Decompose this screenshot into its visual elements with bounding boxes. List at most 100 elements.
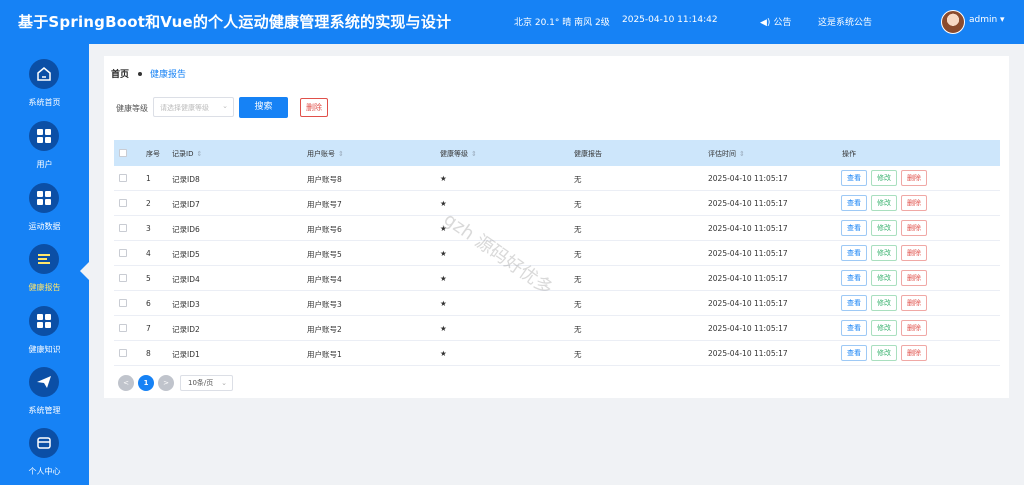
sort-icon[interactable]: ⇕ [471,150,477,158]
view-button[interactable]: 查看 [841,320,867,336]
column-header-account[interactable]: 用户账号 ⇕ [307,149,344,159]
edit-button[interactable]: 修改 [871,270,897,286]
delete-button[interactable]: 删除 [901,345,927,361]
table-row: 4 记录ID5 用户账号5 ★ 无 2025-04-10 11:05:17 查看 修改 删除 [114,241,1000,266]
view-button[interactable]: 查看 [841,170,867,186]
active-indicator [80,262,89,280]
edit-button[interactable]: 修改 [871,295,897,311]
edit-button[interactable]: 修改 [871,195,897,211]
sidebar-item-home[interactable]: 系统首页 [0,59,89,121]
view-button[interactable]: 查看 [841,195,867,211]
prev-page-button[interactable]: < [118,375,134,391]
view-button[interactable]: 查看 [841,220,867,236]
select-placeholder: 请选择健康等级 [160,104,209,112]
column-header-record-id[interactable]: 记录ID ⇕ [172,149,202,159]
edit-button[interactable]: 修改 [871,170,897,186]
view-button[interactable]: 查看 [841,270,867,286]
sidebar-item-health-knowledge[interactable]: 健康知识 [0,306,89,368]
sidebar-item-health-report[interactable]: 健康报告 [0,244,89,306]
select-all-checkbox[interactable] [119,149,127,157]
cell-report: 无 [574,300,582,309]
table-row: 3 记录ID6 用户账号6 ★ 无 2025-04-10 11:05:17 查看 修改 删除 [114,216,1000,241]
sidebar-item-system[interactable]: 系统管理 [0,367,89,429]
system-notice-text[interactable]: 这是系统公告 [818,15,872,28]
search-button[interactable]: 搜索 [239,97,288,118]
table-row: 7 记录ID2 用户账号2 ★ 无 2025-04-10 11:05:17 查看 修改 删除 [114,316,1000,341]
delete-button[interactable]: 删除 [901,220,927,236]
edit-button[interactable]: 修改 [871,245,897,261]
sidebar-item-label: 系统首页 [28,98,61,107]
cell-time: 2025-04-10 11:05:17 [708,249,788,258]
breadcrumb-current: 健康报告 [150,70,187,80]
batch-delete-button[interactable]: 删除 [300,98,328,117]
table-row: 1 记录ID8 用户账号8 ★ 无 2025-04-10 11:05:17 查看 修改 删除 [114,166,1000,191]
page-size-select[interactable]: 10条/页 ⌄ [180,375,233,391]
cell-level: ★ [440,349,447,358]
delete-button[interactable]: 删除 [901,195,927,211]
column-header-level[interactable]: 健康等级 ⇕ [440,149,477,159]
user-menu[interactable]: admin ▾ [969,15,1005,25]
view-button[interactable]: 查看 [841,245,867,261]
table-row: 8 记录ID1 用户账号1 ★ 无 2025-04-10 11:05:17 查看 修改 删除 [114,341,1000,366]
cell-index: 8 [146,349,151,358]
cell-index: 5 [146,274,151,283]
sidebar: 系统首页 用户 运动数据 健康报告 健康知识 系统管理 个人中心 [0,44,89,485]
row-checkbox[interactable] [119,349,127,357]
row-checkbox[interactable] [119,224,127,232]
table-row: 5 记录ID4 用户账号4 ★ 无 2025-04-10 11:05:17 查看 修改 删除 [114,266,1000,291]
sort-icon[interactable]: ⇕ [196,150,202,158]
table-row: 6 记录ID3 用户账号3 ★ 无 2025-04-10 11:05:17 查看 修改 删除 [114,291,1000,316]
main-content: 首页 健康报告 健康等级 请选择健康等级 ⌄ 搜索 删除 序号 记录ID ⇕ 用户账… [104,56,1009,398]
edit-button[interactable]: 修改 [871,220,897,236]
grid-icon [29,121,59,151]
avatar[interactable] [941,10,965,34]
row-checkbox[interactable] [119,299,127,307]
sidebar-item-profile[interactable]: 个人中心 [0,428,89,485]
sort-icon[interactable]: ⇕ [739,150,745,158]
view-button[interactable]: 查看 [841,295,867,311]
health-level-select[interactable]: 请选择健康等级 ⌄ [153,97,234,117]
cell-level: ★ [440,324,447,333]
column-header-ops: 操作 [842,150,856,158]
delete-button[interactable]: 删除 [901,245,927,261]
cell-level: ★ [440,299,447,308]
column-header-time[interactable]: 评估时间 ⇕ [708,149,745,159]
card-icon [29,428,59,458]
send-icon [29,367,59,397]
next-page-button[interactable]: > [158,375,174,391]
row-checkbox[interactable] [119,249,127,257]
sidebar-item-sport-data[interactable]: 运动数据 [0,183,89,245]
cell-account: 用户账号3 [307,300,342,309]
edit-button[interactable]: 修改 [871,345,897,361]
edit-button[interactable]: 修改 [871,320,897,336]
breadcrumb-home[interactable]: 首页 [111,70,129,80]
sidebar-item-users[interactable]: 用户 [0,121,89,183]
grid-icon [29,306,59,336]
sidebar-item-label: 系统管理 [28,406,61,415]
row-checkbox[interactable] [119,174,127,182]
cell-level: ★ [440,274,447,283]
delete-button[interactable]: 删除 [901,170,927,186]
cell-record-id: 记录ID3 [172,300,200,309]
delete-button[interactable]: 删除 [901,270,927,286]
cell-report: 无 [574,325,582,334]
page-number-button[interactable]: 1 [138,375,154,391]
cell-time: 2025-04-10 11:05:17 [708,324,788,333]
cell-time: 2025-04-10 11:05:17 [708,224,788,233]
view-button[interactable]: 查看 [841,345,867,361]
delete-button[interactable]: 删除 [901,295,927,311]
sort-icon[interactable]: ⇕ [338,150,344,158]
current-datetime: 2025-04-10 11:14:42 [622,15,718,25]
cell-account: 用户账号2 [307,325,342,334]
notice-button[interactable]: ◀) 公告 [760,15,791,28]
cell-record-id: 记录ID2 [172,325,200,334]
row-checkbox[interactable] [119,199,127,207]
cell-record-id: 记录ID6 [172,225,200,234]
page-size-value: 10条/页 [188,379,214,387]
weather-info: 北京 20.1° 晴 南风 2级 [514,18,610,28]
delete-button[interactable]: 删除 [901,320,927,336]
cell-level: ★ [440,174,447,183]
cell-index: 7 [146,324,151,333]
row-checkbox[interactable] [119,274,127,282]
row-checkbox[interactable] [119,324,127,332]
